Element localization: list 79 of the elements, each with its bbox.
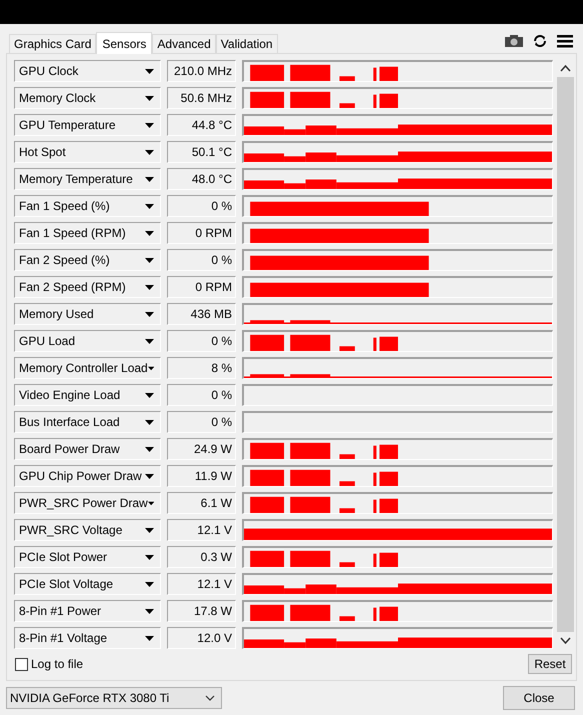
- sensor-dropdown[interactable]: 8-Pin #1 Voltage: [14, 627, 161, 649]
- sensor-value: 0.3 W: [167, 546, 236, 568]
- sensor-value: 48.0 °C: [167, 168, 236, 190]
- caret-icon: [145, 96, 154, 100]
- menu-icon[interactable]: [557, 34, 573, 48]
- sensor-value: 44.8 °C: [167, 114, 236, 136]
- tab[interactable]: Sensors: [96, 32, 152, 54]
- caret-icon: [145, 284, 154, 290]
- sensor-dropdown[interactable]: PWR_SRC Power Draw: [14, 492, 161, 514]
- sensor-value: 12.0 V: [167, 627, 236, 649]
- sensor-value: 17.8 W: [167, 600, 236, 622]
- caret-icon: [145, 474, 154, 478]
- sensor-value: 50.6 MHz: [167, 87, 236, 109]
- sensor-dropdown[interactable]: Memory Temperature: [14, 168, 161, 190]
- caret-icon: [145, 204, 154, 208]
- tab[interactable]: Advanced: [152, 34, 216, 53]
- caret-icon: [145, 68, 154, 74]
- caret-icon: [145, 176, 154, 182]
- sensor-dropdown[interactable]: PWR_SRC Voltage: [14, 519, 161, 541]
- caret-icon: [145, 528, 154, 532]
- log-checkbox[interactable]: [15, 658, 28, 670]
- sensor-dropdown[interactable]: Bus Interface Load: [14, 411, 161, 433]
- sensor-value: 12.1 V: [167, 519, 236, 541]
- caret-icon: [148, 500, 154, 506]
- caret-icon: [145, 608, 154, 614]
- chevron-icon: [205, 695, 215, 701]
- sensor-value: 0 %: [167, 195, 236, 217]
- caret-icon: [148, 366, 154, 370]
- caret-icon: [145, 582, 154, 586]
- caret-icon: [145, 312, 154, 316]
- caret-icon: [145, 420, 154, 424]
- caret-icon: [145, 258, 154, 262]
- sensor-value: 24.9 W: [167, 438, 236, 460]
- sensor-dropdown[interactable]: PCIe Slot Voltage: [14, 573, 161, 595]
- sensor-value: 0 RPM: [167, 222, 236, 244]
- camera-icon[interactable]: [505, 34, 523, 48]
- sensor-value: 8 %: [167, 357, 236, 379]
- sensor-value: 12.1 V: [167, 573, 236, 595]
- sensor-dropdown[interactable]: Fan 1 Speed (RPM): [14, 222, 161, 244]
- sensor-dropdown[interactable]: Memory Controller Load: [14, 357, 161, 379]
- refresh-icon[interactable]: [533, 34, 547, 48]
- checkbox-label: Log to file: [31, 656, 84, 673]
- caret-icon: [145, 554, 154, 560]
- reset-button[interactable]: Reset: [528, 654, 572, 674]
- sensor-dropdown[interactable]: GPU Clock: [14, 60, 161, 82]
- sensor-dropdown[interactable]: Video Engine Load: [14, 384, 161, 406]
- sensor-dropdown[interactable]: Hot Spot: [14, 141, 161, 163]
- caret-icon: [145, 636, 154, 640]
- caret-icon: [145, 338, 154, 344]
- sensor-dropdown[interactable]: PCIe Slot Power: [14, 546, 161, 568]
- caret-icon: [145, 230, 154, 236]
- sensor-dropdown[interactable]: GPU Temperature: [14, 114, 161, 136]
- close-button[interactable]: Close: [503, 686, 575, 710]
- caret-icon: [145, 122, 154, 128]
- sensor-value: 0 RPM: [167, 276, 236, 298]
- sensor-value: 0 %: [167, 384, 236, 406]
- sensor-value: 0 %: [167, 411, 236, 433]
- tab[interactable]: Validation: [216, 34, 278, 53]
- sensor-value: 210.0 MHz: [167, 60, 236, 82]
- tab[interactable]: Graphics Card: [9, 34, 96, 53]
- sensor-dropdown[interactable]: GPU Chip Power Draw: [14, 465, 161, 487]
- sensor-value: 11.9 W: [167, 465, 236, 487]
- sensor-dropdown[interactable]: Fan 2 Speed (RPM): [14, 276, 161, 298]
- device-select[interactable]: NVIDIA GeForce RTX 3080 Ti: [6, 687, 222, 709]
- sensor-dropdown[interactable]: Memory Clock: [14, 87, 161, 109]
- sensor-value: 0 %: [167, 330, 236, 352]
- sensor-value: 0 %: [167, 249, 236, 271]
- sensor-value: 6.1 W: [167, 492, 236, 514]
- sensor-dropdown[interactable]: Fan 2 Speed (%): [14, 249, 161, 271]
- caret-icon: [145, 446, 154, 452]
- sensor-value: 436 MB: [167, 303, 236, 325]
- sensor-value: 50.1 °C: [167, 141, 236, 163]
- sensor-dropdown[interactable]: 8-Pin #1 Power: [14, 600, 161, 622]
- sensor-dropdown[interactable]: Memory Used: [14, 303, 161, 325]
- sensor-dropdown[interactable]: GPU Load: [14, 330, 161, 352]
- sensor-dropdown[interactable]: Board Power Draw: [14, 438, 161, 460]
- caret-icon: [145, 392, 154, 398]
- caret-icon: [145, 150, 154, 154]
- sensor-dropdown[interactable]: Fan 1 Speed (%): [14, 195, 161, 217]
